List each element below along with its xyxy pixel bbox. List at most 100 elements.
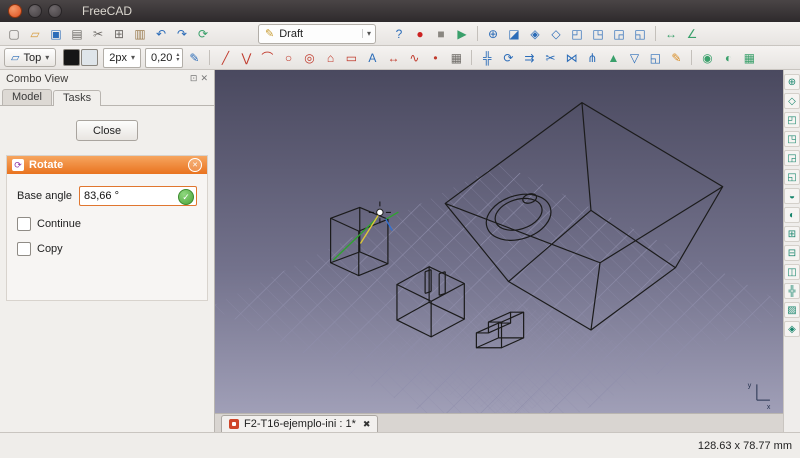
draft-join-icon[interactable]: ⋈ — [561, 48, 581, 67]
draft-point-icon[interactable]: • — [425, 48, 445, 67]
draft-scale-icon[interactable]: ◱ — [645, 48, 665, 67]
draft-arc-icon[interactable]: ⌒ — [257, 48, 277, 67]
axis-cross-icon[interactable]: ╬ — [784, 283, 800, 299]
document-tabbar: F2-T16-ejemplo-ini : 1* ✖ — [215, 413, 783, 432]
view-fit-all-icon[interactable]: ⊕ — [784, 74, 800, 90]
working-plane-button[interactable]: ▱ Top ▾ — [4, 48, 57, 67]
document-tab-label: F2-T16-ejemplo-ini : 1* — [244, 418, 356, 430]
apply-style-icon[interactable]: ✎ — [184, 48, 204, 67]
view-top-icon[interactable]: ◳ — [784, 131, 800, 147]
face-color-swatch[interactable] — [81, 49, 99, 66]
draft-ellipse-icon[interactable]: ◎ — [299, 48, 319, 67]
whatsthis-icon[interactable]: ? — [389, 24, 409, 43]
measure-distance-icon[interactable]: ↔ — [661, 24, 681, 43]
zoom-in-icon[interactable]: ⊞ — [784, 226, 800, 242]
view-home-icon[interactable]: ◈ — [525, 24, 545, 43]
draft-circle-icon[interactable]: ○ — [278, 48, 298, 67]
status-bar: 128.63 x 78.77 mm — [0, 432, 800, 458]
macro-stop-icon[interactable]: ■ — [431, 24, 451, 43]
3d-viewport[interactable]: y x — [215, 70, 783, 413]
line-width-select[interactable]: 2px ▾ — [103, 47, 141, 68]
tab-model[interactable]: Model — [2, 89, 52, 105]
draft-dimension-icon[interactable]: ↔ — [383, 48, 403, 67]
draft-text-icon[interactable]: A — [362, 48, 382, 67]
task-close-icon[interactable]: ✕ — [188, 158, 202, 172]
toolbar-draft: ▱ Top ▾ 2px ▾ 0,20 ▴ ▾ ✎ ╱ ⋁ ⌒ ○ ◎ ⌂ ▭ A ↔ ∿ • ▦ ╬ ⟳… — [0, 46, 800, 70]
view-right-icon[interactable]: ◲ — [609, 24, 629, 43]
clipping-plane-icon[interactable]: ◫ — [784, 264, 800, 280]
draft-edit-icon[interactable]: ✎ — [666, 48, 686, 67]
view-axonometric-icon[interactable]: ◇ — [784, 93, 800, 109]
window-maximize-button[interactable] — [48, 4, 62, 18]
grid-dimensions-readout: 128.63 x 78.77 mm — [697, 439, 792, 452]
cut-icon[interactable]: ✂ — [88, 24, 108, 43]
save-file-icon[interactable]: ▣ — [46, 24, 66, 43]
draft-upgrade-icon[interactable]: ▲ — [603, 48, 623, 67]
snap-lock-icon[interactable]: ◉ — [697, 48, 717, 67]
refresh-icon[interactable]: ⟳ — [193, 24, 213, 43]
draft-line-icon[interactable]: ╱ — [215, 48, 235, 67]
line-color-swatch[interactable] — [63, 49, 81, 66]
measure-tools-group: ↔ ∠ — [661, 24, 702, 43]
view-isometric-icon[interactable]: ◇ — [546, 24, 566, 43]
draft-trim-icon[interactable]: ✂ — [540, 48, 560, 67]
view-top-icon[interactable]: ◳ — [588, 24, 608, 43]
copy-icon[interactable]: ⊞ — [109, 24, 129, 43]
view-front-icon[interactable]: ◰ — [784, 112, 800, 128]
draft-rotate-icon[interactable]: ⟳ — [498, 48, 518, 67]
stereo-view-icon[interactable]: ◈ — [784, 321, 800, 337]
combo-view-panel: Combo View ⊡ ✕ Model Tasks Close ⟳ Rotat… — [0, 70, 215, 432]
tasks-close-button[interactable]: Close — [76, 120, 138, 141]
undo-icon[interactable]: ↶ — [151, 24, 171, 43]
paste-icon[interactable]: ▥ — [130, 24, 150, 43]
document-tab[interactable]: F2-T16-ejemplo-ini : 1* ✖ — [221, 415, 379, 432]
copy-label[interactable]: Copy — [37, 243, 63, 255]
draft-move-icon[interactable]: ╬ — [477, 48, 497, 67]
draft-rectangle-icon[interactable]: ▭ — [341, 48, 361, 67]
draft-polyline-icon[interactable]: ⋁ — [236, 48, 256, 67]
axis-y-label: y — [748, 382, 752, 389]
scale-spinbox[interactable]: 0,20 ▴ ▾ — [145, 47, 184, 68]
spin-down-icon[interactable]: ▾ — [176, 57, 179, 63]
copy-checkbox[interactable] — [17, 242, 31, 256]
new-file-icon[interactable]: ▢ — [4, 24, 24, 43]
dock-float-icon[interactable]: ⊡ — [190, 73, 198, 84]
texture-view-icon[interactable]: ▨ — [784, 302, 800, 318]
draw-style-icon[interactable]: ◪ — [504, 24, 524, 43]
snap-midpoint-icon[interactable]: ◐ — [718, 48, 738, 67]
dock-close-icon[interactable]: ✕ — [200, 73, 208, 84]
draft-offset-icon[interactable]: ⇉ — [519, 48, 539, 67]
print-icon[interactable]: ▤ — [67, 24, 87, 43]
open-file-icon[interactable]: ▱ — [25, 24, 45, 43]
tab-close-icon[interactable]: ✖ — [363, 419, 371, 430]
tab-tasks[interactable]: Tasks — [52, 90, 102, 106]
draft-polygon-icon[interactable]: ⌂ — [320, 48, 340, 67]
view-left-icon[interactable]: ◐ — [784, 207, 800, 223]
freecad-window: FreeCAD ▢ ▱ ▣ ▤ ✂ ⊞ ▥ ↶ ↷ ⟳ ✎ Draft ▾ ? ● ■ ▶ ⊕ ◪ ◈ ◇ ◰ ◳… — [0, 0, 800, 458]
draft-facebinder-icon[interactable]: ▦ — [446, 48, 466, 67]
macro-play-icon[interactable]: ▶ — [452, 24, 472, 43]
toggle-grid-icon[interactable]: ▦ — [739, 48, 759, 67]
spinner-arrows[interactable]: ▴ ▾ — [176, 52, 179, 63]
draft-bspline-icon[interactable]: ∿ — [404, 48, 424, 67]
draft-split-icon[interactable]: ⋔ — [582, 48, 602, 67]
view-front-icon[interactable]: ◰ — [567, 24, 587, 43]
macro-tools-group: ? ● ■ ▶ — [389, 24, 472, 43]
redo-icon[interactable]: ↷ — [172, 24, 192, 43]
continue-label[interactable]: Continue — [37, 218, 81, 230]
draft-draw-group: ╱ ⋁ ⌒ ○ ◎ ⌂ ▭ A ↔ ∿ • ▦ — [215, 48, 466, 67]
zoom-fit-icon[interactable]: ⊕ — [483, 24, 503, 43]
window-minimize-button[interactable] — [28, 4, 42, 18]
view-bottom-icon[interactable]: ◒ — [784, 188, 800, 204]
macro-record-icon[interactable]: ● — [410, 24, 430, 43]
workbench-selector[interactable]: ✎ Draft ▾ — [258, 23, 376, 44]
measure-angle-icon[interactable]: ∠ — [682, 24, 702, 43]
view-rear-icon[interactable]: ◱ — [630, 24, 650, 43]
window-close-button[interactable] — [8, 4, 22, 18]
base-angle-field: ✓ — [79, 186, 197, 206]
continue-checkbox[interactable] — [17, 217, 31, 231]
view-rear-icon[interactable]: ◱ — [784, 169, 800, 185]
draft-downgrade-icon[interactable]: ▽ — [624, 48, 644, 67]
zoom-out-icon[interactable]: ⊟ — [784, 245, 800, 261]
view-right-icon[interactable]: ◲ — [784, 150, 800, 166]
